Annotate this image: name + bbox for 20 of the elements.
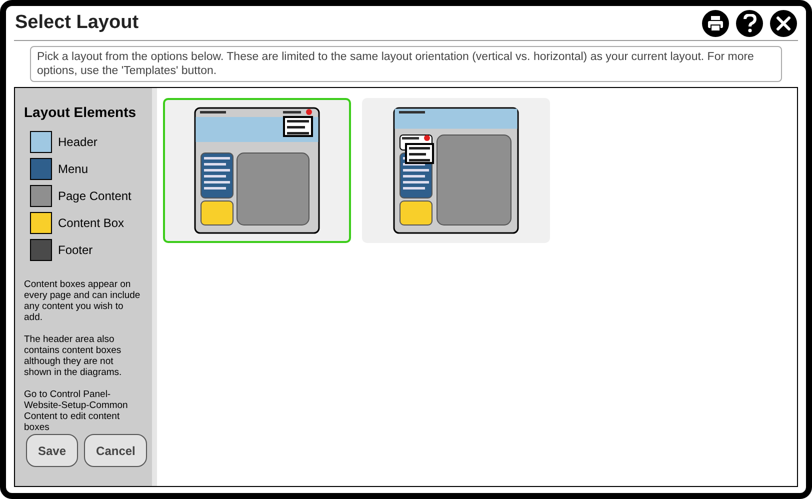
close-icon xyxy=(776,16,791,31)
instructions-text: Pick a layout from the options below. These are limited to the same layout orientation (vertical vs. horizontal) as your current layout. For more options, use the 'Templates' button. xyxy=(30,46,782,82)
close-button[interactable] xyxy=(770,10,797,37)
printer-icon xyxy=(707,15,724,32)
sidebar-title: Layout Elements xyxy=(24,103,138,122)
save-button[interactable]: Save xyxy=(26,434,78,467)
help-button[interactable] xyxy=(736,10,763,37)
legend-label: Footer xyxy=(58,242,93,259)
legend-label: Page Content xyxy=(58,188,132,205)
cancel-button[interactable]: Cancel xyxy=(84,434,148,467)
window-title: Select Layout xyxy=(14,11,139,36)
sidebar-note: The header area also contains content boxes although they are not shown in the diagrams. xyxy=(24,334,123,378)
layout-option[interactable] xyxy=(163,98,351,243)
legend-label: Header xyxy=(58,134,98,151)
sidebar-note: Go to Control Panel-Website-Setup-Common Content to edit content boxes xyxy=(24,389,129,433)
legend-label: Content Box xyxy=(58,215,124,232)
question-mark-icon xyxy=(742,14,756,33)
sidebar-note: Content boxes appear on every page and can include any content you wish to add. xyxy=(24,279,142,323)
print-button[interactable] xyxy=(702,10,729,37)
legend-label: Menu xyxy=(58,161,88,178)
